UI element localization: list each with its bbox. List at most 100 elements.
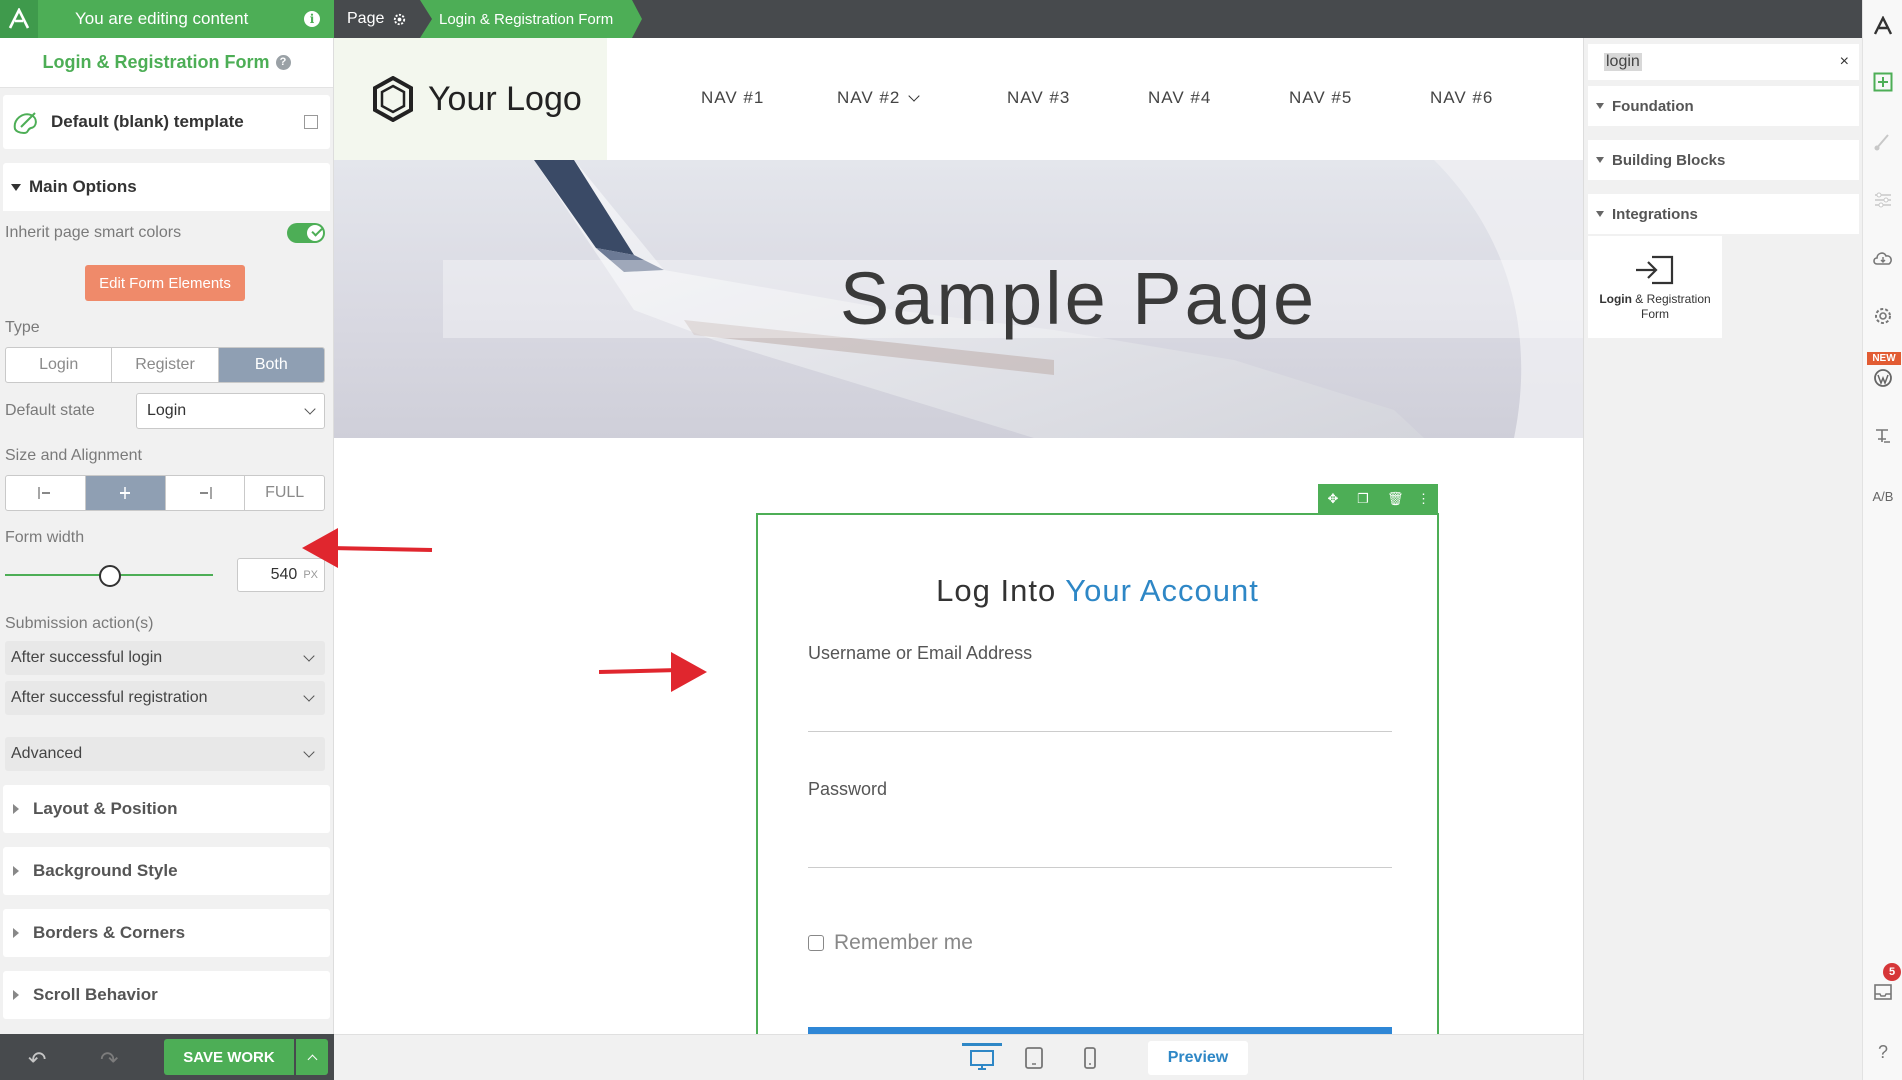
section-scroll-behavior[interactable]: Scroll Behavior — [3, 971, 330, 1019]
nav-item-5[interactable]: NAV #5 — [1289, 88, 1430, 108]
more-options-icon[interactable]: ⋮ — [1417, 492, 1430, 505]
checkbox-box[interactable] — [808, 935, 824, 951]
chevron-down-icon — [303, 690, 315, 702]
nav-item-1[interactable]: NAV #1 — [701, 88, 837, 108]
preview-button[interactable]: Preview — [1148, 1041, 1248, 1075]
category-building-blocks[interactable]: Building Blocks — [1588, 140, 1859, 180]
breadcrumb-page[interactable]: Page — [334, 0, 434, 38]
alignment-segmented-control: FULL — [5, 475, 325, 511]
help-icon[interactable]: ? — [275, 55, 291, 70]
tablet-view-button[interactable] — [1014, 1043, 1054, 1073]
search-value: login — [1604, 53, 1642, 71]
nav-item-6[interactable]: NAV #6 — [1430, 88, 1530, 108]
breadcrumb-page-label: Page — [347, 10, 385, 27]
save-work-button[interactable]: SAVE WORK — [164, 1039, 294, 1075]
hero-section[interactable]: Sample Page — [334, 160, 1583, 438]
after-registration-label: After successful registration — [11, 689, 208, 706]
settings-gear-icon[interactable] — [1871, 304, 1895, 328]
info-icon[interactable]: i — [304, 11, 320, 27]
form-heading[interactable]: Log Into Your Account — [758, 573, 1437, 609]
undo-icon[interactable]: ↶ — [28, 1047, 46, 1073]
desktop-view-button[interactable] — [962, 1043, 1002, 1073]
element-card-label-rest: & Registration Form — [1631, 292, 1711, 321]
type-option-both[interactable]: Both — [218, 348, 324, 382]
section-borders-corners[interactable]: Borders & Corners — [3, 909, 330, 957]
align-full-button[interactable]: FULL — [245, 476, 324, 510]
after-registration-dropdown[interactable]: After successful registration — [5, 681, 325, 715]
gear-icon[interactable] — [392, 12, 407, 27]
cloud-download-icon[interactable] — [1871, 246, 1895, 270]
username-input[interactable] — [808, 731, 1392, 732]
element-login-registration[interactable]: Login & Registration Form — [1588, 236, 1722, 338]
typography-icon[interactable] — [1871, 424, 1895, 448]
slider-handle[interactable] — [99, 565, 121, 587]
form-width-slider[interactable] — [5, 565, 213, 587]
password-input[interactable] — [808, 867, 1392, 868]
device-view-bar: Preview — [334, 1034, 1583, 1080]
after-login-dropdown[interactable]: After successful login — [5, 641, 325, 675]
trash-icon[interactable]: 🗑 — [1387, 492, 1404, 505]
type-label: Type — [5, 319, 40, 336]
section-label: Borders & Corners — [33, 923, 186, 942]
section-layout-position[interactable]: Layout & Position — [3, 785, 330, 833]
caret-right-icon — [13, 866, 19, 876]
main-options-section: Main Options Inherit page smart colors E… — [0, 163, 333, 781]
align-right-button[interactable] — [166, 476, 246, 510]
form-heading-accent: Your Account — [1065, 573, 1259, 608]
thrive-logo-icon[interactable] — [1871, 14, 1895, 38]
element-search-input[interactable]: login × — [1588, 44, 1859, 80]
nav-item-3[interactable]: NAV #3 — [1007, 88, 1148, 108]
external-link-icon[interactable] — [304, 115, 318, 129]
mobile-view-button[interactable] — [1070, 1043, 1110, 1073]
ab-test-icon[interactable]: A/B — [1871, 484, 1895, 508]
brush-icon[interactable] — [1871, 130, 1895, 154]
remember-me-checkbox[interactable]: Remember me — [808, 931, 973, 955]
element-toolbar: ✥ ❐ 🗑 ⋮ — [1318, 484, 1438, 514]
hexagon-logo-icon — [373, 76, 413, 122]
clear-search-icon[interactable]: × — [1840, 53, 1849, 71]
site-header[interactable]: Your Logo NAV #1 NAV #2 NAV #3 NAV #4 NA… — [334, 38, 1583, 160]
form-width-unit: PX — [303, 569, 318, 581]
size-alignment-label: Size and Alignment — [5, 447, 142, 464]
template-selector[interactable]: Default (blank) template — [3, 95, 330, 149]
category-integrations[interactable]: Integrations — [1588, 194, 1859, 234]
thrive-logo-icon[interactable] — [0, 0, 38, 38]
main-options-header[interactable]: Main Options — [3, 163, 330, 211]
sliders-icon[interactable] — [1871, 188, 1895, 212]
submit-button[interactable] — [808, 1027, 1392, 1034]
redo-icon[interactable]: ↷ — [100, 1047, 118, 1073]
edit-form-elements-button[interactable]: Edit Form Elements — [85, 265, 245, 301]
type-option-register[interactable]: Register — [112, 348, 219, 382]
chevron-down-icon — [908, 90, 920, 102]
align-center-button[interactable] — [85, 476, 166, 510]
default-state-select[interactable]: Login — [136, 393, 325, 429]
category-foundation[interactable]: Foundation — [1588, 86, 1859, 126]
password-label: Password — [808, 779, 888, 799]
duplicate-icon[interactable]: ❐ — [1357, 492, 1369, 505]
align-left-button[interactable] — [6, 476, 86, 510]
username-label: Username or Email Address — [808, 643, 1033, 663]
inbox-icon[interactable] — [1871, 980, 1895, 1004]
advanced-dropdown[interactable]: Advanced — [5, 737, 325, 771]
type-option-login[interactable]: Login — [6, 348, 113, 382]
wordpress-icon[interactable] — [1871, 366, 1895, 390]
inherit-colors-toggle[interactable] — [287, 223, 325, 243]
breadcrumb-current[interactable]: Login & Registration Form — [420, 0, 642, 38]
nav-item-4[interactable]: NAV #4 — [1148, 88, 1289, 108]
section-background-style[interactable]: Background Style — [3, 847, 330, 895]
form-width-row: 540 PX — [5, 557, 325, 593]
nav-item-2[interactable]: NAV #2 — [837, 88, 1007, 108]
form-heading-plain: Log Into — [936, 573, 1066, 608]
site-logo[interactable]: Your Logo — [334, 38, 607, 160]
elements-panel: login × Foundation Building Blocks Integ… — [1583, 38, 1862, 1080]
annotation-arrow-left — [302, 528, 433, 568]
help-question-icon[interactable]: ? — [1871, 1040, 1895, 1064]
login-arrow-icon — [1636, 255, 1674, 285]
save-options-button[interactable] — [296, 1039, 328, 1075]
hero-title[interactable]: Sample Page — [334, 256, 1583, 341]
advanced-label: Advanced — [11, 745, 83, 762]
login-registration-form[interactable]: Log Into Your Account Username or Email … — [756, 513, 1439, 1034]
add-element-icon[interactable] — [1871, 70, 1895, 94]
move-icon[interactable]: ✥ — [1327, 492, 1339, 505]
chevron-down-icon — [303, 650, 315, 662]
